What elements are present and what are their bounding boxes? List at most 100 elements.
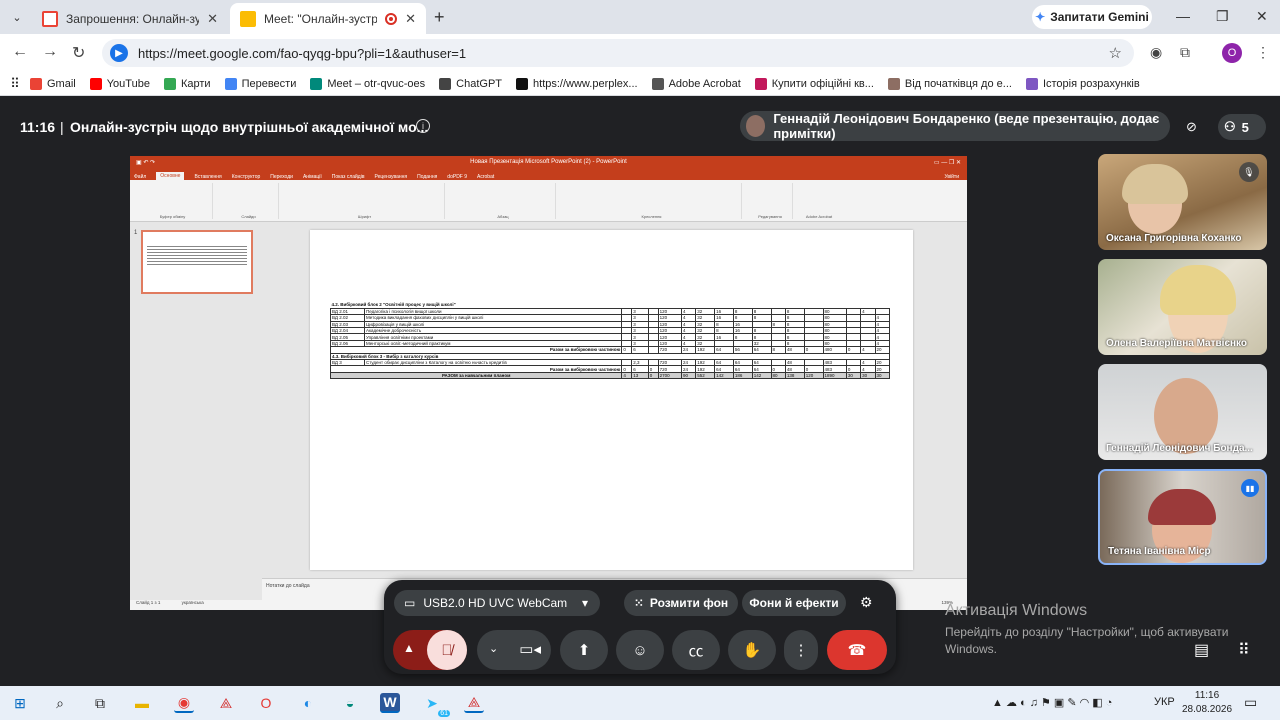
bookmarks-bar: ⠿ Gmail YouTube Карти Перевести Meet – o… <box>0 72 1280 96</box>
reactions-button[interactable]: ☺ <box>616 630 664 670</box>
task-view-icon[interactable]: ⧉ <box>90 693 110 713</box>
hide-self-view-icon[interactable]: ⊘ <box>1186 114 1197 140</box>
close-window-icon[interactable]: ✕ <box>1256 8 1268 25</box>
new-tab-icon[interactable]: + <box>434 7 445 28</box>
minimize-icon[interactable]: — <box>1176 8 1190 24</box>
bookmark-perplexity[interactable]: https://www.perplex... <box>516 77 638 90</box>
bookmark-meet[interactable]: Meet – otr-qvuc-oes <box>310 77 425 90</box>
curriculum-table: 4.2. Вибірковий блок 2 "Освітній процес … <box>329 302 890 412</box>
perplexity-icon <box>516 77 529 90</box>
bookmark-acrobat[interactable]: Adobe Acrobat <box>651 77 741 90</box>
profile-avatar[interactable]: O <box>1222 43 1242 63</box>
presenter-chip[interactable]: Геннадій Леонідович Бондаренко (веде пре… <box>740 111 1170 141</box>
recording-icon <box>385 12 398 25</box>
tray-icons[interactable]: ▲ ☁ ◐ ♫ ⚑ ▣ ✎ ◠ ◧ ◔ <box>992 696 1112 709</box>
shared-screen-powerpoint: ▣ ↶ ↷ Новая Презентація Microsoft PowerP… <box>130 156 967 610</box>
language-indicator[interactable]: УКР <box>1154 696 1175 708</box>
gemini-sparkle-icon: ✦ <box>1035 10 1046 24</box>
close-tab-icon[interactable]: ✕ <box>207 11 218 27</box>
participant-tile-speaking[interactable]: ▮▮ Тетяна Іванівна Міср <box>1098 469 1267 565</box>
activities-grid-icon[interactable]: ⠿ <box>1238 640 1250 660</box>
slide-thumbnail <box>141 230 253 294</box>
participants-button[interactable]: ⚇ 5 <box>1218 114 1266 140</box>
system-clock[interactable]: 11:16 28.08.2026 <box>1182 689 1232 717</box>
app-icon[interactable]: ◒ <box>340 693 360 713</box>
participant-name: Олена Валеріївна Матвієнко <box>1106 338 1247 349</box>
bookmark-gmail[interactable]: Gmail <box>30 77 76 90</box>
ask-gemini-button[interactable]: ✦ Запитати Gemini <box>1032 5 1152 29</box>
tab-search-chevron-icon[interactable]: ⌄ <box>8 8 26 26</box>
microphone-control[interactable]: ▲ 🎙̸ <box>393 630 467 670</box>
bookmark-label: Gmail <box>47 77 76 90</box>
ppt-menu: Файл Основне Вставлення Конструктор Пере… <box>130 168 967 180</box>
activation-text: Перейдіть до розділу "Настройки", щоб ак… <box>945 625 1229 656</box>
telegram-icon[interactable]: ➤ 61 <box>422 693 450 717</box>
chat-icon[interactable]: ▤ <box>1194 640 1209 660</box>
bookmark-star-icon[interactable]: ☆ <box>1109 44 1122 62</box>
site-camera-icon[interactable]: ▶ <box>110 44 128 62</box>
chevron-up-icon[interactable]: ▲ <box>403 641 415 655</box>
url-text[interactable]: https://meet.google.com/fao-qyqg-bpu?pli… <box>138 46 466 61</box>
chrome-icon[interactable]: ◉ <box>174 693 194 713</box>
raise-hand-button[interactable]: ✋ <box>728 630 776 670</box>
apps-grid-icon[interactable]: ⠿ <box>0 76 30 92</box>
present-screen-button[interactable]: ⬆ <box>560 630 608 670</box>
back-icon[interactable]: ← <box>12 43 28 61</box>
word-icon[interactable]: W <box>380 693 400 713</box>
ribbon-group: Буфер обміну <box>133 183 213 219</box>
bookmark-beginner[interactable]: Від початківця до е... <box>887 77 1012 90</box>
reload-icon[interactable]: ↻ <box>72 43 85 63</box>
leave-call-button[interactable]: ☎ <box>827 630 887 670</box>
bookmark-maps[interactable]: Карти <box>163 77 211 90</box>
more-options-button[interactable]: ⋮ <box>784 630 818 670</box>
edge-icon[interactable]: ◐ <box>298 693 318 713</box>
bookmark-buy-keys[interactable]: Купити офіційні кв... <box>754 77 874 90</box>
captions-button[interactable]: ㏄ <box>672 630 720 670</box>
address-bar[interactable]: ▶ https://meet.google.com/fao-qyqg-bpu?p… <box>102 39 1134 67</box>
ribbon-group: Абзац <box>451 183 556 219</box>
settings-gear-icon[interactable]: ⚙ <box>860 594 873 611</box>
bookmark-chatgpt[interactable]: ChatGPT <box>439 77 502 90</box>
bookmark-label: Перевести <box>241 77 297 90</box>
acrobat-icon[interactable]: ⟁ <box>216 693 236 713</box>
menu-kebab-icon[interactable]: ⋮ <box>1256 44 1270 61</box>
tab-meet[interactable]: Meet: "Онлайн-зустріч що ✕ <box>230 3 426 34</box>
camera-icon[interactable]: ▭◂ <box>519 640 541 658</box>
close-tab-icon[interactable]: ✕ <box>405 11 416 27</box>
participant-tile[interactable]: Олена Валеріївна Матвієнко <box>1098 259 1267 355</box>
blur-background-button[interactable]: ⁙ Розмити фон <box>624 590 738 616</box>
history-icon <box>1025 77 1038 90</box>
camera-icon: ▭ <box>404 596 416 610</box>
bookmark-history[interactable]: Історія розрахунків <box>1025 77 1140 90</box>
bookmark-youtube[interactable]: YouTube <box>89 77 150 90</box>
camera-control[interactable]: ⌄ ▭◂ <box>477 630 551 670</box>
bookmark-label: Від початківця до е... <box>904 77 1012 90</box>
notifications-icon[interactable]: ▭ <box>1244 694 1257 711</box>
forward-icon[interactable]: → <box>42 43 58 61</box>
windows-start-icon[interactable]: ⊞ <box>10 693 30 713</box>
effects-button[interactable]: Фони й ефекти <box>742 590 846 616</box>
bookmark-translate[interactable]: Перевести <box>224 77 297 90</box>
globe-icon <box>651 77 664 90</box>
camera-select[interactable]: ▭ USB2.0 HD UVC WebCam ▾ <box>394 590 600 616</box>
translate-icon <box>224 77 237 90</box>
ribbon-group: Редагування <box>748 183 793 219</box>
presenter-name: Геннадій Леонідович Бондаренко (веде пре… <box>773 111 1160 141</box>
blur-icon: ⁙ <box>633 596 644 610</box>
table-row-total: РАЗОМ за навчальним планом 4 13 0 2700 90 552 1… <box>329 371 890 380</box>
clock-date: 28.08.2026 <box>1182 704 1233 715</box>
extensions-icon[interactable]: ⧉ <box>1180 44 1190 61</box>
participant-tile[interactable]: 🎙 Оксана Григорівна Коханко <box>1098 154 1267 250</box>
maximize-icon[interactable]: ❐ <box>1216 8 1229 25</box>
opera-icon[interactable]: O <box>256 693 276 713</box>
ppt-ribbon: Буфер обміну Слайди Шрифт Абзац Кресленн… <box>130 180 967 222</box>
acrobat-icon[interactable]: ⟁ <box>464 693 484 713</box>
lens-icon[interactable]: ◉ <box>1150 44 1162 61</box>
participant-tile[interactable]: Геннадій Леонідович Бонда... <box>1098 364 1267 460</box>
meeting-info-icon[interactable]: i <box>416 119 430 133</box>
file-explorer-icon[interactable]: ▬ <box>132 693 152 713</box>
chevron-down-icon[interactable]: ⌄ <box>489 642 498 655</box>
mic-off-icon[interactable]: 🎙̸ <box>427 630 467 670</box>
tab-gmail-invitation[interactable]: Запрошення: Онлайн-зустріч з ✕ <box>32 3 228 34</box>
search-icon[interactable]: ⌕ <box>50 693 70 713</box>
